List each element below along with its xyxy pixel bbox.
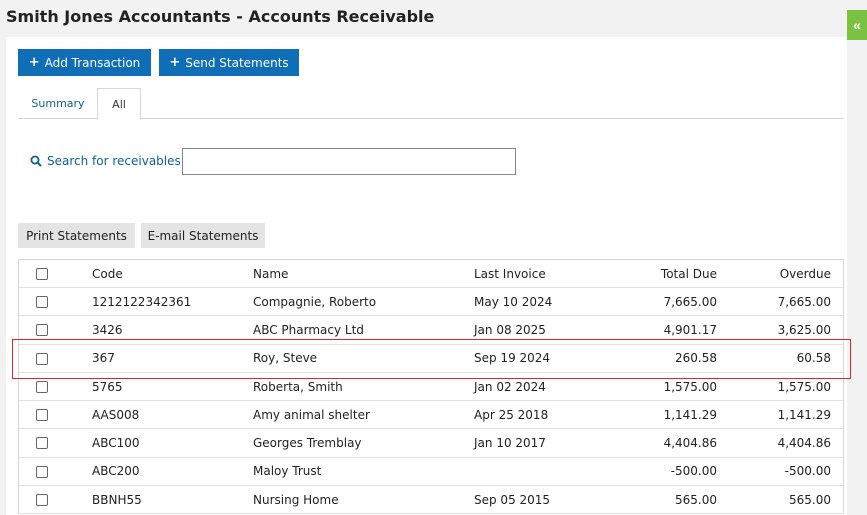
cell-last-invoice: May 10 2024 bbox=[474, 294, 553, 309]
table-row[interactable]: 367 Roy, Steve Sep 19 2024 260.58 60.58 bbox=[19, 345, 843, 373]
cell-code: 5765 bbox=[92, 379, 123, 394]
cell-total-due: 1,575.00 bbox=[663, 379, 717, 394]
cell-name: Georges Tremblay bbox=[253, 436, 362, 451]
cell-name: Maloy Trust bbox=[253, 464, 322, 479]
cell-overdue: 60.58 bbox=[796, 351, 831, 366]
search-label-text: Search for receivables bbox=[47, 154, 181, 168]
cell-code: 367 bbox=[92, 351, 115, 366]
cell-code: BBNH55 bbox=[92, 492, 142, 507]
add-transaction-label: Add Transaction bbox=[44, 55, 141, 70]
cell-name: Roberta, Smith bbox=[253, 379, 343, 394]
tab-summary[interactable]: Summary bbox=[22, 88, 94, 119]
cell-code: AAS008 bbox=[92, 407, 140, 422]
search-input[interactable] bbox=[182, 148, 516, 175]
print-statements-button[interactable]: Print Statements bbox=[18, 223, 135, 248]
table-header-row: Code Name Last Invoice Total Due Overdue bbox=[19, 260, 843, 288]
table-row[interactable]: AAS008 Amy animal shelter Apr 25 2018 1,… bbox=[19, 401, 843, 430]
row-checkbox[interactable] bbox=[36, 380, 48, 393]
cell-total-due: 4,404.86 bbox=[663, 436, 717, 451]
column-header-overdue[interactable]: Overdue bbox=[719, 260, 831, 287]
cell-last-invoice: Jan 08 2025 bbox=[474, 322, 546, 337]
page-title: Smith Jones Accountants - Accounts Recei… bbox=[6, 7, 435, 26]
search-icon bbox=[30, 155, 42, 167]
cell-overdue: 1,141.29 bbox=[777, 407, 831, 422]
table-row[interactable]: ABC200 Maloy Trust -500.00 -500.00 bbox=[19, 458, 843, 487]
cell-total-due: -500.00 bbox=[670, 464, 717, 479]
tab-bar: Summary All bbox=[18, 88, 844, 120]
tab-all[interactable]: All bbox=[97, 88, 141, 120]
cell-code: ABC200 bbox=[92, 464, 140, 479]
cell-name: Roy, Steve bbox=[253, 351, 318, 366]
cell-last-invoice: Sep 19 2024 bbox=[474, 351, 551, 366]
cell-code: ABC100 bbox=[92, 436, 140, 451]
cell-overdue: 7,665.00 bbox=[777, 294, 831, 309]
row-checkbox[interactable] bbox=[36, 409, 48, 422]
cell-total-due: 4,901.17 bbox=[663, 322, 717, 337]
cell-total-due: 7,665.00 bbox=[663, 294, 717, 309]
add-transaction-button[interactable]: + Add Transaction bbox=[18, 49, 151, 76]
cell-name: ABC Pharmacy Ltd bbox=[253, 322, 364, 337]
send-statements-label: Send Statements bbox=[185, 55, 289, 70]
table-row[interactable]: ABC100 Georges Tremblay Jan 10 2017 4,40… bbox=[19, 429, 843, 458]
cell-overdue: 3,625.00 bbox=[777, 322, 831, 337]
cell-last-invoice: Sep 05 2015 bbox=[474, 492, 551, 507]
row-checkbox[interactable] bbox=[36, 494, 48, 507]
cell-name: Compagnie, Roberto bbox=[253, 294, 377, 309]
row-checkbox[interactable] bbox=[36, 324, 48, 337]
cell-name: Nursing Home bbox=[253, 492, 339, 507]
cell-overdue: 4,404.86 bbox=[777, 436, 831, 451]
cell-total-due: 260.58 bbox=[675, 351, 717, 366]
email-statements-button[interactable]: E-mail Statements bbox=[141, 223, 265, 248]
table-row[interactable]: 3426 ABC Pharmacy Ltd Jan 08 2025 4,901.… bbox=[19, 316, 843, 345]
plus-icon: + bbox=[28, 55, 40, 70]
cell-total-due: 565.00 bbox=[675, 492, 717, 507]
column-header-total-due[interactable]: Total Due bbox=[579, 260, 717, 287]
search-label[interactable]: Search for receivables bbox=[30, 154, 181, 168]
main-panel: + Add Transaction + Send Statements Summ… bbox=[6, 37, 847, 515]
cell-overdue: 565.00 bbox=[789, 492, 831, 507]
table-row[interactable]: 5765 Roberta, Smith Jan 02 2024 1,575.00… bbox=[19, 373, 843, 402]
plus-icon: + bbox=[169, 55, 181, 70]
cell-last-invoice: Apr 25 2018 bbox=[474, 407, 549, 422]
row-checkbox[interactable] bbox=[36, 352, 48, 365]
cell-name: Amy animal shelter bbox=[253, 407, 370, 422]
cell-overdue: -500.00 bbox=[784, 464, 831, 479]
send-statements-button[interactable]: + Send Statements bbox=[159, 49, 299, 76]
column-header-code[interactable]: Code bbox=[92, 260, 123, 287]
table-row[interactable]: BBNH55 Nursing Home Sep 05 2015 565.00 5… bbox=[19, 486, 843, 515]
row-checkbox[interactable] bbox=[36, 465, 48, 478]
cell-last-invoice: Jan 02 2024 bbox=[474, 379, 546, 394]
column-header-last-invoice[interactable]: Last Invoice bbox=[474, 260, 546, 287]
collapse-panel-icon[interactable]: « bbox=[847, 10, 867, 40]
table-row[interactable]: 1212122342361 Compagnie, Roberto May 10 … bbox=[19, 288, 843, 317]
cell-last-invoice: Jan 10 2017 bbox=[474, 436, 546, 451]
column-header-name[interactable]: Name bbox=[253, 260, 288, 287]
receivables-table: Code Name Last Invoice Total Due Overdue… bbox=[18, 259, 844, 515]
cell-total-due: 1,141.29 bbox=[663, 407, 717, 422]
cell-code: 1212122342361 bbox=[92, 294, 192, 309]
cell-code: 3426 bbox=[92, 322, 123, 337]
cell-overdue: 1,575.00 bbox=[777, 379, 831, 394]
select-all-checkbox[interactable] bbox=[36, 268, 48, 280]
row-checkbox[interactable] bbox=[36, 437, 48, 450]
row-checkbox[interactable] bbox=[36, 296, 48, 308]
